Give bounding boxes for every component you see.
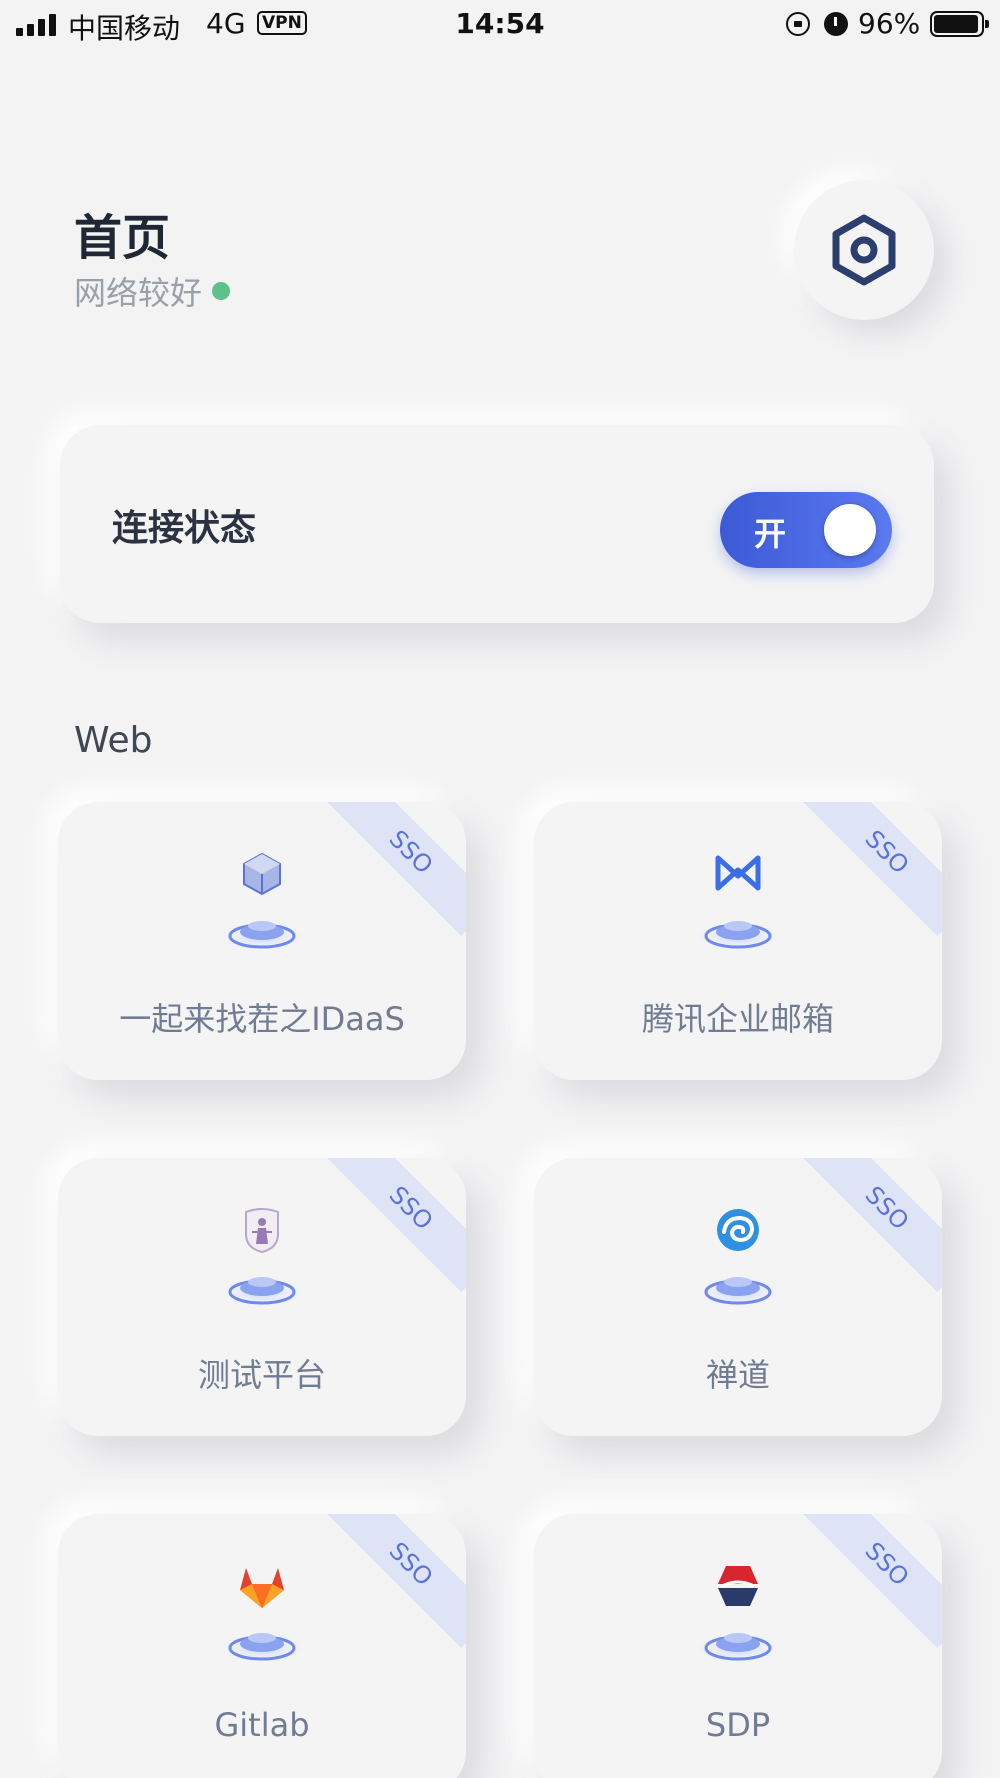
sso-badge: SSO xyxy=(326,1514,466,1649)
app-card-gitlab[interactable]: SSO Gitlab xyxy=(58,1514,466,1778)
toggle-state-text: 开 xyxy=(754,515,787,553)
app-name: SDP xyxy=(705,1706,771,1744)
sso-badge: SSO xyxy=(802,1158,942,1293)
sdp-logo-icon xyxy=(678,1560,798,1670)
sso-badge: SSO xyxy=(802,802,942,937)
network-status-text: 网络较好 xyxy=(74,274,203,312)
app-card-zentao[interactable]: SSO 禅道 xyxy=(534,1158,942,1436)
app-name: 腾讯企业邮箱 xyxy=(641,1000,834,1038)
section-title-web: Web xyxy=(74,720,153,761)
sso-badge: SSO xyxy=(326,802,466,937)
connection-toggle[interactable]: 开 xyxy=(720,492,892,568)
cube-icon xyxy=(202,848,322,958)
app-name: Gitlab xyxy=(214,1706,310,1744)
battery-percent: 96% xyxy=(858,7,921,40)
app-name: 一起来找茬之IDaaS xyxy=(119,1000,405,1038)
status-bar: 中国移动 4G VPN 14:54 96% xyxy=(0,0,1000,50)
connection-card: 连接状态 开 xyxy=(60,425,934,623)
sso-badge: SSO xyxy=(326,1158,466,1293)
app-name: 测试平台 xyxy=(197,1356,326,1394)
zentao-swirl-icon xyxy=(678,1204,798,1314)
battery-icon xyxy=(930,11,989,37)
network-status: 网络较好 xyxy=(74,268,231,314)
app-card-sdp[interactable]: SSO SDP xyxy=(534,1514,942,1778)
app-name: 禅道 xyxy=(705,1356,770,1394)
app-card-test-platform[interactable]: SSO 测试平台 xyxy=(58,1158,466,1436)
hexagon-gear-icon xyxy=(832,214,896,286)
sso-badge: SSO xyxy=(802,1514,942,1649)
settings-button[interactable] xyxy=(794,180,934,320)
tencent-mail-icon xyxy=(678,848,798,958)
gitlab-fox-icon xyxy=(202,1560,322,1670)
alarm-clock-icon xyxy=(824,12,848,36)
network-online-dot xyxy=(212,282,231,300)
app-card-tencent-mail[interactable]: SSO 腾讯企业邮箱 xyxy=(534,802,942,1080)
status-time: 14:54 xyxy=(455,7,545,40)
rotation-lock-icon xyxy=(786,12,810,36)
page-title: 首页 xyxy=(74,210,171,266)
toggle-knob xyxy=(824,504,876,556)
app-card-idaas[interactable]: SSO 一起来找茬之IDaaS xyxy=(58,802,466,1080)
connection-label: 连接状态 xyxy=(112,508,257,549)
justice-shield-icon xyxy=(202,1204,322,1314)
app-screen: 中国移动 4G VPN 14:54 96% 首页 网络较好 连接状态 开 Web… xyxy=(0,0,1000,1778)
